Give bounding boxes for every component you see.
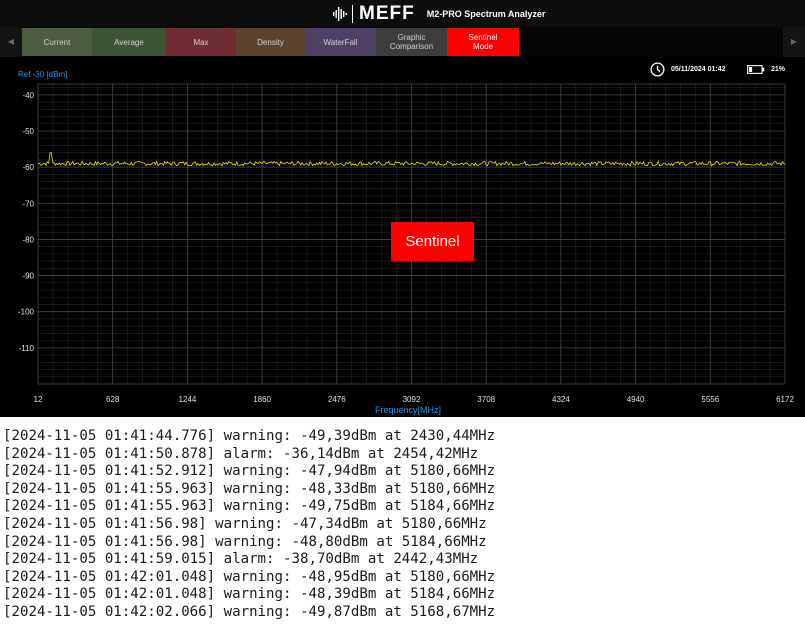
spectrum-analyzer-app: MEFF M2-PRO Spectrum Analyzer ◀ Current … <box>0 0 805 417</box>
y-tick-label: -70 <box>22 199 34 208</box>
tab-graphic-comparison[interactable]: Graphic Comparison <box>376 28 447 56</box>
tab-current[interactable]: Current <box>22 28 92 56</box>
log-line: [2024-11-05 01:41:55.963] warning: -48,3… <box>3 480 496 497</box>
sentinel-badge: Sentinel <box>391 222 474 261</box>
log-line: [2024-11-05 01:42:02.066] warning: -49,8… <box>3 603 496 620</box>
x-tick-label: 1244 <box>179 395 197 404</box>
x-tick-label: 3092 <box>403 395 421 404</box>
event-log: [2024-11-05 01:41:44.776] warning: -49,3… <box>3 428 495 622</box>
log-line: [2024-11-05 01:41:50.878] alarm: -36,14d… <box>3 445 479 462</box>
tab-sentinel-mode[interactable]: Sentinel Mode <box>447 28 519 56</box>
log-line: [2024-11-05 01:41:44.776] warning: -49,3… <box>3 428 496 444</box>
x-tick-label: 4324 <box>552 395 570 404</box>
x-tick-label: 3708 <box>477 395 495 404</box>
y-tick-label: -110 <box>19 344 35 353</box>
clock-icon <box>650 61 665 77</box>
title-bar: MEFF M2-PRO Spectrum Analyzer <box>0 0 805 27</box>
mode-tab-bar: ◀ Current Average Max Density WaterFall … <box>0 27 805 57</box>
log-line: [2024-11-05 01:41:59.015] alarm: -38,70d… <box>3 551 479 568</box>
x-tick-label: 1860 <box>253 395 271 404</box>
log-line: [2024-11-05 01:42:01.048] warning: -48,9… <box>3 568 496 585</box>
x-axis-label: Frequency[MHz] <box>375 405 441 415</box>
log-line: [2024-11-05 01:41:56.98] warning: -47,34… <box>3 515 487 532</box>
brand-name: MEFF <box>359 3 415 24</box>
log-line: [2024-11-05 01:41:52.912] warning: -47,9… <box>3 463 496 480</box>
x-tick-label: 6172 <box>776 395 794 404</box>
datetime-text: 05/11/2024 01:42 <box>671 65 726 73</box>
x-tick-label: 2476 <box>328 395 346 404</box>
x-tick-label: 4940 <box>627 395 645 404</box>
y-tick-label: -60 <box>22 163 34 172</box>
tab-average[interactable]: Average <box>92 28 166 56</box>
y-tick-label: -40 <box>22 91 34 100</box>
log-line: [2024-11-05 01:41:55.963] warning: -49,7… <box>3 498 496 515</box>
battery-text: 21% <box>771 65 786 73</box>
battery-icon <box>747 64 765 74</box>
logo-divider <box>352 5 353 23</box>
y-tick-label: -90 <box>22 272 34 281</box>
scroll-left-icon[interactable]: ◀ <box>0 27 22 57</box>
datetime-status: 05/11/2024 01:42 <box>650 61 726 77</box>
y-tick-label: -80 <box>22 235 34 244</box>
y-axis-ticks: -40 -50 -60 -70 -80 -90 -100 -110 <box>18 91 35 353</box>
tab-density[interactable]: Density <box>236 28 305 56</box>
log-line: [2024-11-05 01:42:01.048] warning: -48,3… <box>3 586 496 603</box>
app-subtitle: M2-PRO Spectrum Analyzer <box>426 9 546 19</box>
x-tick-label: 628 <box>106 395 120 404</box>
y-tick-label: -100 <box>18 308 35 317</box>
y-tick-label: -50 <box>22 127 34 136</box>
audio-waveform-icon <box>333 7 347 21</box>
tab-max[interactable]: Max <box>166 28 236 56</box>
x-axis-ticks: 12 628 1244 1860 2476 3092 3708 4324 4940 5556 617… <box>34 395 795 404</box>
battery-status: 21% <box>747 61 785 77</box>
app-title: MEFF M2-PRO Spectrum Analyzer <box>333 3 545 25</box>
log-line: [2024-11-05 01:41:56.98] warning: -48,80… <box>3 533 487 550</box>
scroll-right-icon[interactable]: ▶ <box>783 27 805 57</box>
x-tick-label: 12 <box>34 395 43 404</box>
tab-waterfall[interactable]: WaterFall <box>305 28 376 56</box>
x-tick-label: 5556 <box>701 395 719 404</box>
